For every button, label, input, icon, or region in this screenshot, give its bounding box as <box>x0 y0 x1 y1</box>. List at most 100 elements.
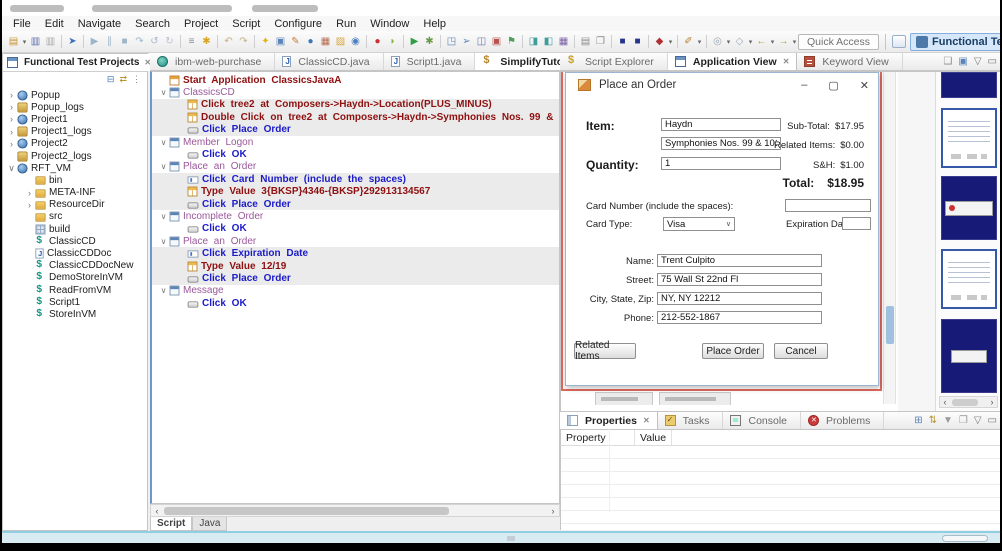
expand-arrow-icon[interactable]: › <box>24 200 35 210</box>
script-line[interactable]: ∨ Place an Order <box>152 161 559 173</box>
menu-item[interactable]: Edit <box>38 18 71 30</box>
horizontal-scrollbar[interactable]: ‹ › <box>150 504 560 517</box>
script-line[interactable]: Click Place Order <box>152 272 559 285</box>
step-over-icon[interactable]: ↺ <box>147 34 162 50</box>
perspective-button[interactable]: Functional Test <box>910 32 1000 51</box>
app-screenshot-thumbnail[interactable] <box>941 319 997 393</box>
tree-item[interactable]: Project2_logs <box>3 150 147 162</box>
app-screenshot-thumbnail[interactable] <box>941 72 997 98</box>
address-field[interactable] <box>657 273 822 286</box>
menu-item[interactable]: Window <box>363 18 416 30</box>
vertical-scrollbar[interactable] <box>883 72 896 404</box>
address-field[interactable] <box>657 254 822 267</box>
view-tab[interactable]: Tasks <box>658 412 724 429</box>
annotate-icon[interactable]: ✐ <box>681 34 696 50</box>
script-line[interactable]: ∨ Incomplete Order <box>152 210 559 222</box>
script-line[interactable]: Click OK <box>152 297 559 309</box>
view-tab[interactable]: Keyword View <box>797 53 903 70</box>
tree-item[interactable]: DemoStoreInVM <box>3 271 147 284</box>
dialog-button[interactable]: Cancel <box>774 343 828 359</box>
link-with-editor-icon[interactable]: ⇄ <box>119 74 127 85</box>
dropdown-caret-icon[interactable]: ▾ <box>21 34 28 50</box>
scroll-left-icon[interactable]: ‹ <box>940 397 950 407</box>
tab-functional-test-projects[interactable]: Functional Test Projects ✕ <box>3 54 157 71</box>
tree-item[interactable]: ClassicCD <box>3 234 147 247</box>
script-line[interactable]: Click OK <box>152 148 559 160</box>
record-script-icon[interactable]: ✱ <box>199 34 214 50</box>
sep[interactable] <box>83 35 84 48</box>
pointer-icon[interactable]: ➤ <box>65 34 80 50</box>
column-header[interactable]: Property <box>561 430 635 445</box>
tree-item[interactable]: ReadFromVM <box>3 283 147 296</box>
script-line[interactable]: Double Click on tree2 at Composers->Hayd… <box>152 111 559 124</box>
editor-tab[interactable]: Script1.java <box>384 53 476 70</box>
close-icon[interactable]: ✕ <box>643 416 650 425</box>
tree-item[interactable]: Script1 <box>3 295 147 308</box>
resize-handle[interactable] <box>507 536 515 541</box>
tree-item[interactable]: › ResourceDir <box>3 199 147 211</box>
sep[interactable] <box>522 35 523 48</box>
tree-item[interactable]: › Project1_logs <box>3 126 147 138</box>
object-map-icon[interactable]: ● <box>303 34 318 50</box>
preferences-icon[interactable]: ✱ <box>422 34 437 50</box>
sep[interactable] <box>648 35 649 48</box>
dialog-button[interactable]: Place Order <box>702 343 764 359</box>
tree-item[interactable]: src <box>3 211 147 223</box>
sep[interactable] <box>574 35 575 48</box>
address-field[interactable] <box>657 311 822 324</box>
caret-icon[interactable]: ▾ <box>696 34 703 50</box>
copy-icon[interactable]: ❐ <box>593 34 608 50</box>
tree-item[interactable]: › Popup_logs <box>3 101 147 113</box>
tree-item[interactable]: ∨ RFT_VM <box>3 162 147 174</box>
view-menu-icon[interactable]: ▽ <box>974 415 982 426</box>
sep[interactable] <box>61 35 62 48</box>
expand-arrow-icon[interactable]: › <box>6 127 17 137</box>
capture-icon[interactable]: ▣ <box>958 56 967 67</box>
dialog-minimize-icon[interactable]: – <box>801 79 807 92</box>
menu-item[interactable]: Run <box>329 18 363 30</box>
back-icon[interactable]: ← <box>754 34 769 50</box>
save-icon[interactable]: ▥ <box>28 34 43 50</box>
item-field-2[interactable] <box>661 137 781 150</box>
merge-icon[interactable]: ◧ <box>541 34 556 50</box>
sep[interactable] <box>403 35 404 48</box>
insert-recording-icon[interactable]: ≡ <box>184 34 199 50</box>
print-icon[interactable]: ▤ <box>578 34 593 50</box>
tree-item[interactable]: › META-INF <box>3 187 147 199</box>
app-window-icon[interactable]: ■ <box>615 34 630 50</box>
editor-tab[interactable]: ibm-web-purchase <box>150 53 276 70</box>
scroll-left-icon[interactable]: ‹ <box>151 506 163 516</box>
select-object-icon[interactable]: ➢ <box>459 34 474 50</box>
key-config-icon[interactable]: ◆ <box>652 34 667 50</box>
expiration-date-field[interactable] <box>842 217 871 230</box>
menu-item[interactable]: Configure <box>267 18 329 30</box>
sep[interactable] <box>440 35 441 48</box>
expand-arrow-icon[interactable]: ∨ <box>158 212 169 221</box>
tree-item[interactable]: build <box>3 223 147 235</box>
menu-item[interactable]: Search <box>128 18 177 30</box>
pause-icon[interactable]: ∥ <box>102 34 117 50</box>
script-line[interactable]: ∨ Message <box>152 285 559 297</box>
app-screenshot-thumbnail[interactable] <box>941 176 997 240</box>
caret-icon[interactable]: ▾ <box>667 34 674 50</box>
quantity-field[interactable] <box>661 157 781 170</box>
web-icon[interactable]: ◉ <box>348 34 363 50</box>
monitor-icon[interactable]: ▣ <box>489 34 504 50</box>
expand-arrow-icon[interactable]: ∨ <box>6 163 17 174</box>
open-test-icon[interactable]: ▣ <box>273 34 288 50</box>
view-tab[interactable]: Properties ✕ <box>560 412 658 429</box>
caret-icon[interactable]: ▾ <box>747 34 754 50</box>
last-edit-icon[interactable]: ◎ <box>710 34 725 50</box>
dialog-title-bar[interactable]: Place an Order – ▢ ✕ <box>566 73 878 97</box>
step-into-icon[interactable]: ↷ <box>132 34 147 50</box>
app-window2-icon[interactable]: ■ <box>630 34 645 50</box>
record-icon[interactable]: ● <box>370 34 385 50</box>
sep[interactable] <box>611 35 612 48</box>
zoom-slider[interactable] <box>942 535 988 542</box>
scroll-right-icon[interactable]: › <box>987 397 997 407</box>
view-tab[interactable]: Problems <box>801 412 885 429</box>
editor-tab[interactable]: ClassicCD.java <box>275 53 384 70</box>
thumbnail-scrollbar[interactable]: ‹ › <box>939 396 998 408</box>
minimize-icon[interactable]: ▭ <box>988 56 997 67</box>
script-line[interactable]: Click Expiration Date <box>152 247 559 260</box>
